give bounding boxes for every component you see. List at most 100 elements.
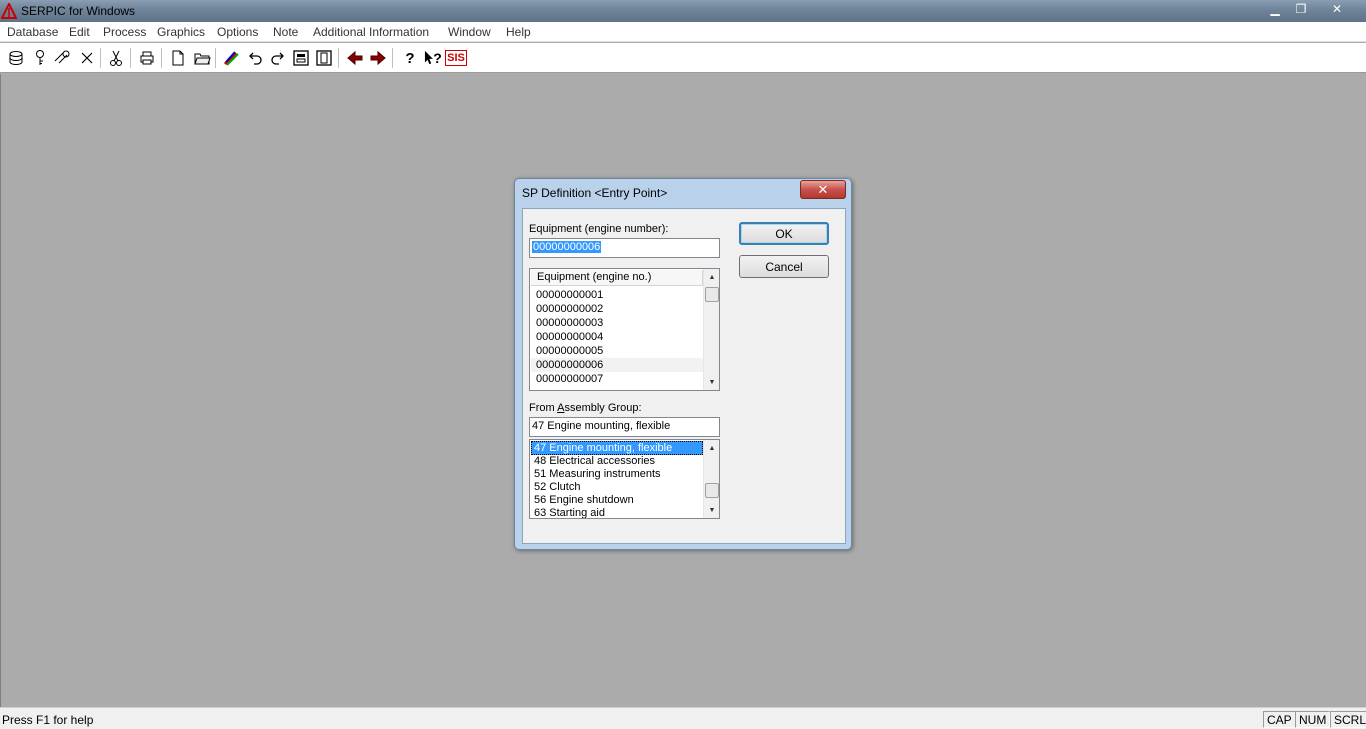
list-item[interactable]: 52 Clutch [531,480,703,494]
minimize-icon: ▁ [1270,2,1280,16]
maximize-button[interactable]: ❐ [1288,0,1314,18]
tb-panel-button[interactable] [313,47,335,69]
tb-cut-button[interactable] [105,47,127,69]
tb-window-button[interactable] [290,47,312,69]
cancel-button[interactable]: Cancel [739,255,829,278]
equipment-list-header[interactable]: Equipment (engine no.) [531,270,703,286]
menu-bar: Database Edit Process Graphics Options N… [0,22,1366,42]
dialog-close-button[interactable]: ✕ [800,180,846,199]
status-help-text: Press F1 for help [2,713,94,727]
list-item[interactable]: 00000000007 [531,372,703,386]
menu-graphics[interactable]: Graphics [157,25,205,39]
scissors-icon [110,50,122,66]
database-icon [9,51,23,66]
tb-delete-button[interactable] [76,47,98,69]
list-item-selected[interactable]: 47 Engine mounting, flexible [531,441,703,455]
tb-back-button[interactable] [344,47,366,69]
sis-icon: SIS [445,50,467,66]
list-item-current[interactable]: 00000000006 [531,358,703,372]
toolbar-separator [100,48,101,68]
tb-color-button[interactable] [221,47,243,69]
dialog-title: SP Definition <Entry Point> [522,186,668,200]
tb-wrench-button[interactable] [51,47,73,69]
toolbar: ? ? SIS [0,43,1366,73]
equipment-scrollbar[interactable]: ▲ ▼ [703,269,719,390]
list-item[interactable]: 00000000003 [531,316,703,330]
tb-print-button[interactable] [136,47,158,69]
minimize-button[interactable]: ▁ [1262,0,1288,18]
scroll-thumb[interactable] [705,287,719,302]
color-pencil-icon [223,51,239,66]
tb-new-button[interactable] [167,47,189,69]
tb-open-button[interactable] [191,47,213,69]
title-bar: SERPIC for Windows ▁ ❐ ✕ [0,0,1366,22]
menu-additional-information[interactable]: Additional Information [313,25,429,39]
context-question-mark: ? [433,50,442,66]
num-indicator: NUM [1295,711,1331,728]
scroll-down-icon[interactable]: ▼ [704,374,719,390]
tb-help-button[interactable]: ? [399,47,421,69]
tb-redo-button[interactable] [267,47,289,69]
menu-help[interactable]: Help [506,25,531,39]
list-item[interactable]: 00000000001 [531,288,703,302]
list-item[interactable]: 63 Starting aid [531,506,703,518]
ok-button[interactable]: OK [739,222,829,245]
close-window-button[interactable]: ✕ [1314,0,1360,18]
menu-options[interactable]: Options [217,25,258,39]
scroll-up-icon[interactable]: ▲ [704,269,719,285]
menu-window[interactable]: Window [448,25,491,39]
list-item[interactable]: 00000000005 [531,344,703,358]
undo-icon [249,52,262,65]
pointer-help-icon [425,50,434,65]
menu-edit[interactable]: Edit [69,25,90,39]
sp-definition-dialog: SP Definition <Entry Point> ✕ Equipment … [514,178,852,550]
menu-database[interactable]: Database [7,25,58,39]
equipment-listbox[interactable]: Equipment (engine no.) 00000000001 00000… [529,268,720,391]
cap-indicator: CAP [1263,711,1296,728]
open-folder-icon [194,53,211,65]
printer-icon [140,51,154,65]
toolbar-separator [392,48,393,68]
list-item[interactable]: 48 Electrical accessories [531,454,703,468]
scroll-thumb[interactable] [705,483,719,498]
equipment-label: Equipment (engine number): [529,223,669,235]
question-mark-icon: ? [405,49,415,67]
equipment-input[interactable]: 00000000006 [529,238,720,258]
serpic-logo-icon [1,3,17,19]
list-item[interactable]: 56 Engine shutdown [531,493,703,507]
window-title: SERPIC for Windows [21,4,136,18]
close-icon: ✕ [1331,2,1343,16]
scrl-indicator: SCRL [1330,711,1366,728]
equipment-input-value: 00000000006 [532,241,602,253]
tb-context-help-button[interactable]: ? [422,47,444,69]
assembly-group-input[interactable]: 47 Engine mounting, flexible [529,417,720,437]
tb-sis-button[interactable]: SIS [445,47,467,69]
assembly-scrollbar[interactable]: ▲ ▼ [703,440,719,518]
arrow-left-icon [347,50,363,66]
close-icon: ✕ [817,181,829,197]
scroll-down-icon[interactable]: ▼ [704,502,719,518]
menu-note[interactable]: Note [273,25,298,39]
panel-icon [316,50,332,66]
dialog-client-area: Equipment (engine number): 00000000006 E… [522,208,846,544]
scroll-up-icon[interactable]: ▲ [704,440,719,456]
window-frame-icon [293,50,309,66]
list-item[interactable]: 00000000004 [531,330,703,344]
list-item[interactable]: 51 Measuring instruments [531,467,703,481]
status-bar: Press F1 for help CAP NUM SCRL [0,707,1366,729]
tb-undo-button[interactable] [244,47,266,69]
tb-key-button[interactable] [29,47,51,69]
toolbar-separator [130,48,131,68]
assembly-group-listbox[interactable]: 47 Engine mounting, flexible 48 Electric… [529,439,720,519]
assembly-group-input-value: 47 Engine mounting, flexible [532,420,671,432]
restore-icon: ❐ [1295,2,1307,16]
menu-process[interactable]: Process [103,25,146,39]
assembly-group-label: From Assembly Group: [529,402,642,414]
new-document-icon [172,50,184,66]
list-item[interactable]: 00000000002 [531,302,703,316]
tb-forward-button[interactable] [367,47,389,69]
toolbar-separator [338,48,339,68]
tb-database-button[interactable] [5,47,27,69]
toolbar-separator [215,48,216,68]
redo-icon [271,52,284,65]
